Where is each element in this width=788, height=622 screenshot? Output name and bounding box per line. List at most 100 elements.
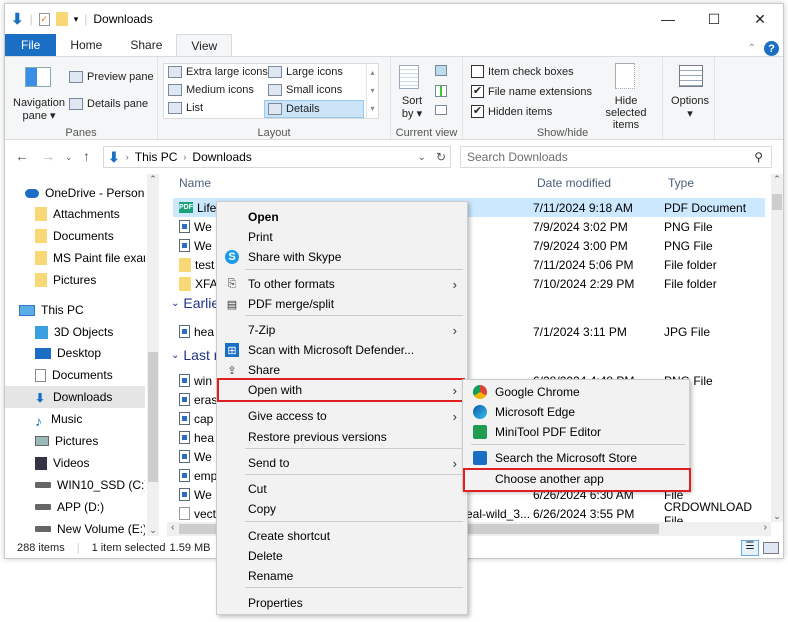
sidebar-item-onedrive-personal[interactable]: OneDrive - Personal: [5, 182, 145, 204]
menu-item-label: Properties: [248, 596, 303, 610]
qat-dropdown-icon[interactable]: ▾: [74, 14, 79, 25]
menu-item-share[interactable]: ⇪ Share: [217, 360, 467, 380]
hidden-items-checkbox[interactable]: ✔: [471, 105, 484, 118]
size-columns-icon[interactable]: [435, 105, 447, 115]
recent-locations-button[interactable]: ⌄: [65, 152, 73, 163]
sidebar-item-win10-ssd-c-[interactable]: WIN10_SSD (C:): [5, 474, 145, 496]
file-name: We: [194, 219, 212, 234]
extra-large-icons-button[interactable]: Extra large icons: [168, 66, 268, 78]
search-input[interactable]: Search Downloads ⚲: [460, 146, 772, 168]
group-header-earlier[interactable]: ⌄ Earlie: [171, 295, 219, 311]
back-button[interactable]: ←: [15, 148, 29, 164]
menu-item-open[interactable]: Open: [217, 207, 467, 227]
forward-button[interactable]: →: [41, 148, 55, 164]
sidebar-item-music[interactable]: ♪ Music: [5, 408, 145, 430]
tab-view[interactable]: View: [176, 34, 233, 56]
breadcrumb-this-pc[interactable]: This PC: [135, 150, 178, 164]
menu-item-open-with[interactable]: Open with ›: [217, 378, 467, 402]
medium-icons-button[interactable]: Medium icons: [168, 84, 254, 96]
help-icon[interactable]: ?: [764, 41, 779, 56]
sidebar-item-videos[interactable]: Videos: [5, 452, 145, 474]
group-header-last[interactable]: ⌄ Last n: [171, 347, 222, 363]
refresh-icon[interactable]: ↻: [436, 150, 446, 164]
tab-file[interactable]: File: [5, 34, 57, 56]
details-view-toggle[interactable]: ☰: [741, 540, 759, 556]
large-icons-view-toggle[interactable]: [763, 542, 779, 554]
add-columns-icon[interactable]: [435, 85, 447, 97]
minimize-button[interactable]: —: [645, 4, 691, 34]
open-with-choose-another-app[interactable]: Choose another app: [463, 468, 691, 492]
nav-scrollbar[interactable]: ⌃ ⌄: [147, 174, 159, 536]
menu-item-scan-with-microsoft-defender[interactable]: ⊞ Scan with Microsoft Defender...: [217, 340, 467, 360]
sidebar-item-downloads[interactable]: ⬇ Downloads: [5, 386, 145, 408]
open-with-microsoft-edge[interactable]: Microsoft Edge: [463, 402, 689, 422]
sidebar-item-new-volume-e-[interactable]: New Volume (E:): [5, 518, 145, 540]
new-folder-icon[interactable]: [55, 12, 68, 26]
large-icons-button[interactable]: Large icons: [268, 66, 343, 78]
menu-item-pdf-merge-split[interactable]: ▤ PDF merge/split: [217, 294, 467, 314]
menu-item-7-zip[interactable]: 7-Zip ›: [217, 320, 467, 340]
sidebar-item-ms-paint-file-examp[interactable]: MS Paint file examp: [5, 247, 145, 269]
sidebar-item-desktop[interactable]: Desktop: [5, 342, 145, 364]
navigation-pane-icon[interactable]: [25, 67, 51, 87]
sidebar-item-documents[interactable]: Documents: [5, 364, 145, 386]
sidebar-item-this-pc[interactable]: This PC: [5, 299, 145, 321]
breadcrumb-downloads[interactable]: Downloads: [192, 150, 251, 164]
hide-selected-items-button[interactable]: Hide selected items: [593, 95, 659, 131]
tab-home[interactable]: Home: [56, 34, 116, 56]
menu-item-rename[interactable]: Rename: [217, 566, 467, 586]
file-name-extensions-toggle[interactable]: ✔ File name extensions: [471, 85, 592, 98]
details-pane-button[interactable]: Details pane: [69, 98, 148, 110]
sidebar-item-attachments[interactable]: Attachments: [5, 203, 145, 225]
open-with-minitool-pdf-editor[interactable]: MiniTool PDF Editor: [463, 422, 689, 442]
hidden-items-toggle[interactable]: ✔ Hidden items: [471, 105, 552, 118]
menu-item-properties[interactable]: Properties: [217, 593, 467, 613]
maximize-button[interactable]: ☐: [691, 4, 737, 34]
column-header-name[interactable]: Name: [179, 176, 211, 190]
preview-pane-button[interactable]: Preview pane: [69, 71, 154, 83]
file-name-extensions-checkbox[interactable]: ✔: [471, 85, 484, 98]
menu-item-delete[interactable]: Delete: [217, 546, 467, 566]
sidebar-item-3d-objects[interactable]: 3D Objects: [5, 321, 145, 343]
item-check-boxes-toggle[interactable]: Item check boxes: [471, 65, 574, 78]
options-button[interactable]: Options ▾: [667, 95, 713, 120]
menu-item-cut[interactable]: Cut: [217, 479, 467, 499]
menu-item-print[interactable]: Print: [217, 227, 467, 247]
column-header-date[interactable]: Date modified: [537, 176, 611, 190]
navigation-pane-button[interactable]: Navigation pane ▾: [9, 97, 69, 122]
open-with-google-chrome[interactable]: Google Chrome: [463, 382, 689, 402]
layout-scroll[interactable]: ▴ ▾ ▾: [366, 64, 378, 118]
download-arrow-icon[interactable]: ⬇: [11, 10, 24, 28]
menu-item-create-shortcut[interactable]: Create shortcut: [217, 526, 467, 546]
menu-item-share-with-skype[interactable]: S Share with Skype: [217, 247, 467, 267]
file-name-cell: test: [179, 257, 214, 272]
menu-item-give-access-to[interactable]: Give access to ›: [217, 406, 467, 426]
group-by-icon[interactable]: [435, 65, 447, 76]
address-dropdown-icon[interactable]: ⌄: [418, 152, 426, 163]
list-vertical-scrollbar[interactable]: ⌃ ⌄: [771, 174, 783, 522]
up-button[interactable]: ↑: [83, 148, 90, 164]
sidebar-item-documents[interactable]: Documents: [5, 225, 145, 247]
list-view-button[interactable]: List: [168, 102, 203, 114]
open-with-search-the-microsoft-store[interactable]: Search the Microsoft Store: [463, 448, 689, 468]
menu-item-restore-previous-versions[interactable]: Restore previous versions: [217, 427, 467, 447]
menu-item-copy[interactable]: Copy: [217, 499, 467, 519]
details-view-button[interactable]: Details: [264, 100, 364, 118]
tab-share[interactable]: Share: [116, 34, 176, 56]
item-check-boxes-checkbox[interactable]: [471, 65, 484, 78]
menu-item-send-to[interactable]: Send to ›: [217, 453, 467, 473]
panes-group: Navigation pane ▾ Preview pane Details p…: [5, 57, 158, 141]
menu-item-label: To other formats: [248, 277, 335, 291]
sidebar-item-app-d-[interactable]: APP (D:): [5, 496, 145, 518]
properties-icon[interactable]: ✓: [38, 12, 50, 26]
address-bar[interactable]: ⬇ › This PC › Downloads ⌄ ↻: [103, 146, 451, 168]
image-file-icon: [179, 431, 190, 444]
close-button[interactable]: ✕: [737, 4, 783, 34]
collapse-ribbon-icon[interactable]: ⌃: [748, 43, 756, 54]
menu-item-to-other-formats[interactable]: ⎘ To other formats ›: [217, 274, 467, 294]
sidebar-item-pictures[interactable]: Pictures: [5, 269, 145, 291]
column-header-type[interactable]: Type: [668, 176, 694, 190]
sort-by-button[interactable]: Sort by ▾: [399, 95, 425, 120]
small-icons-button[interactable]: Small icons: [268, 84, 342, 96]
sidebar-item-pictures[interactable]: Pictures: [5, 430, 145, 452]
